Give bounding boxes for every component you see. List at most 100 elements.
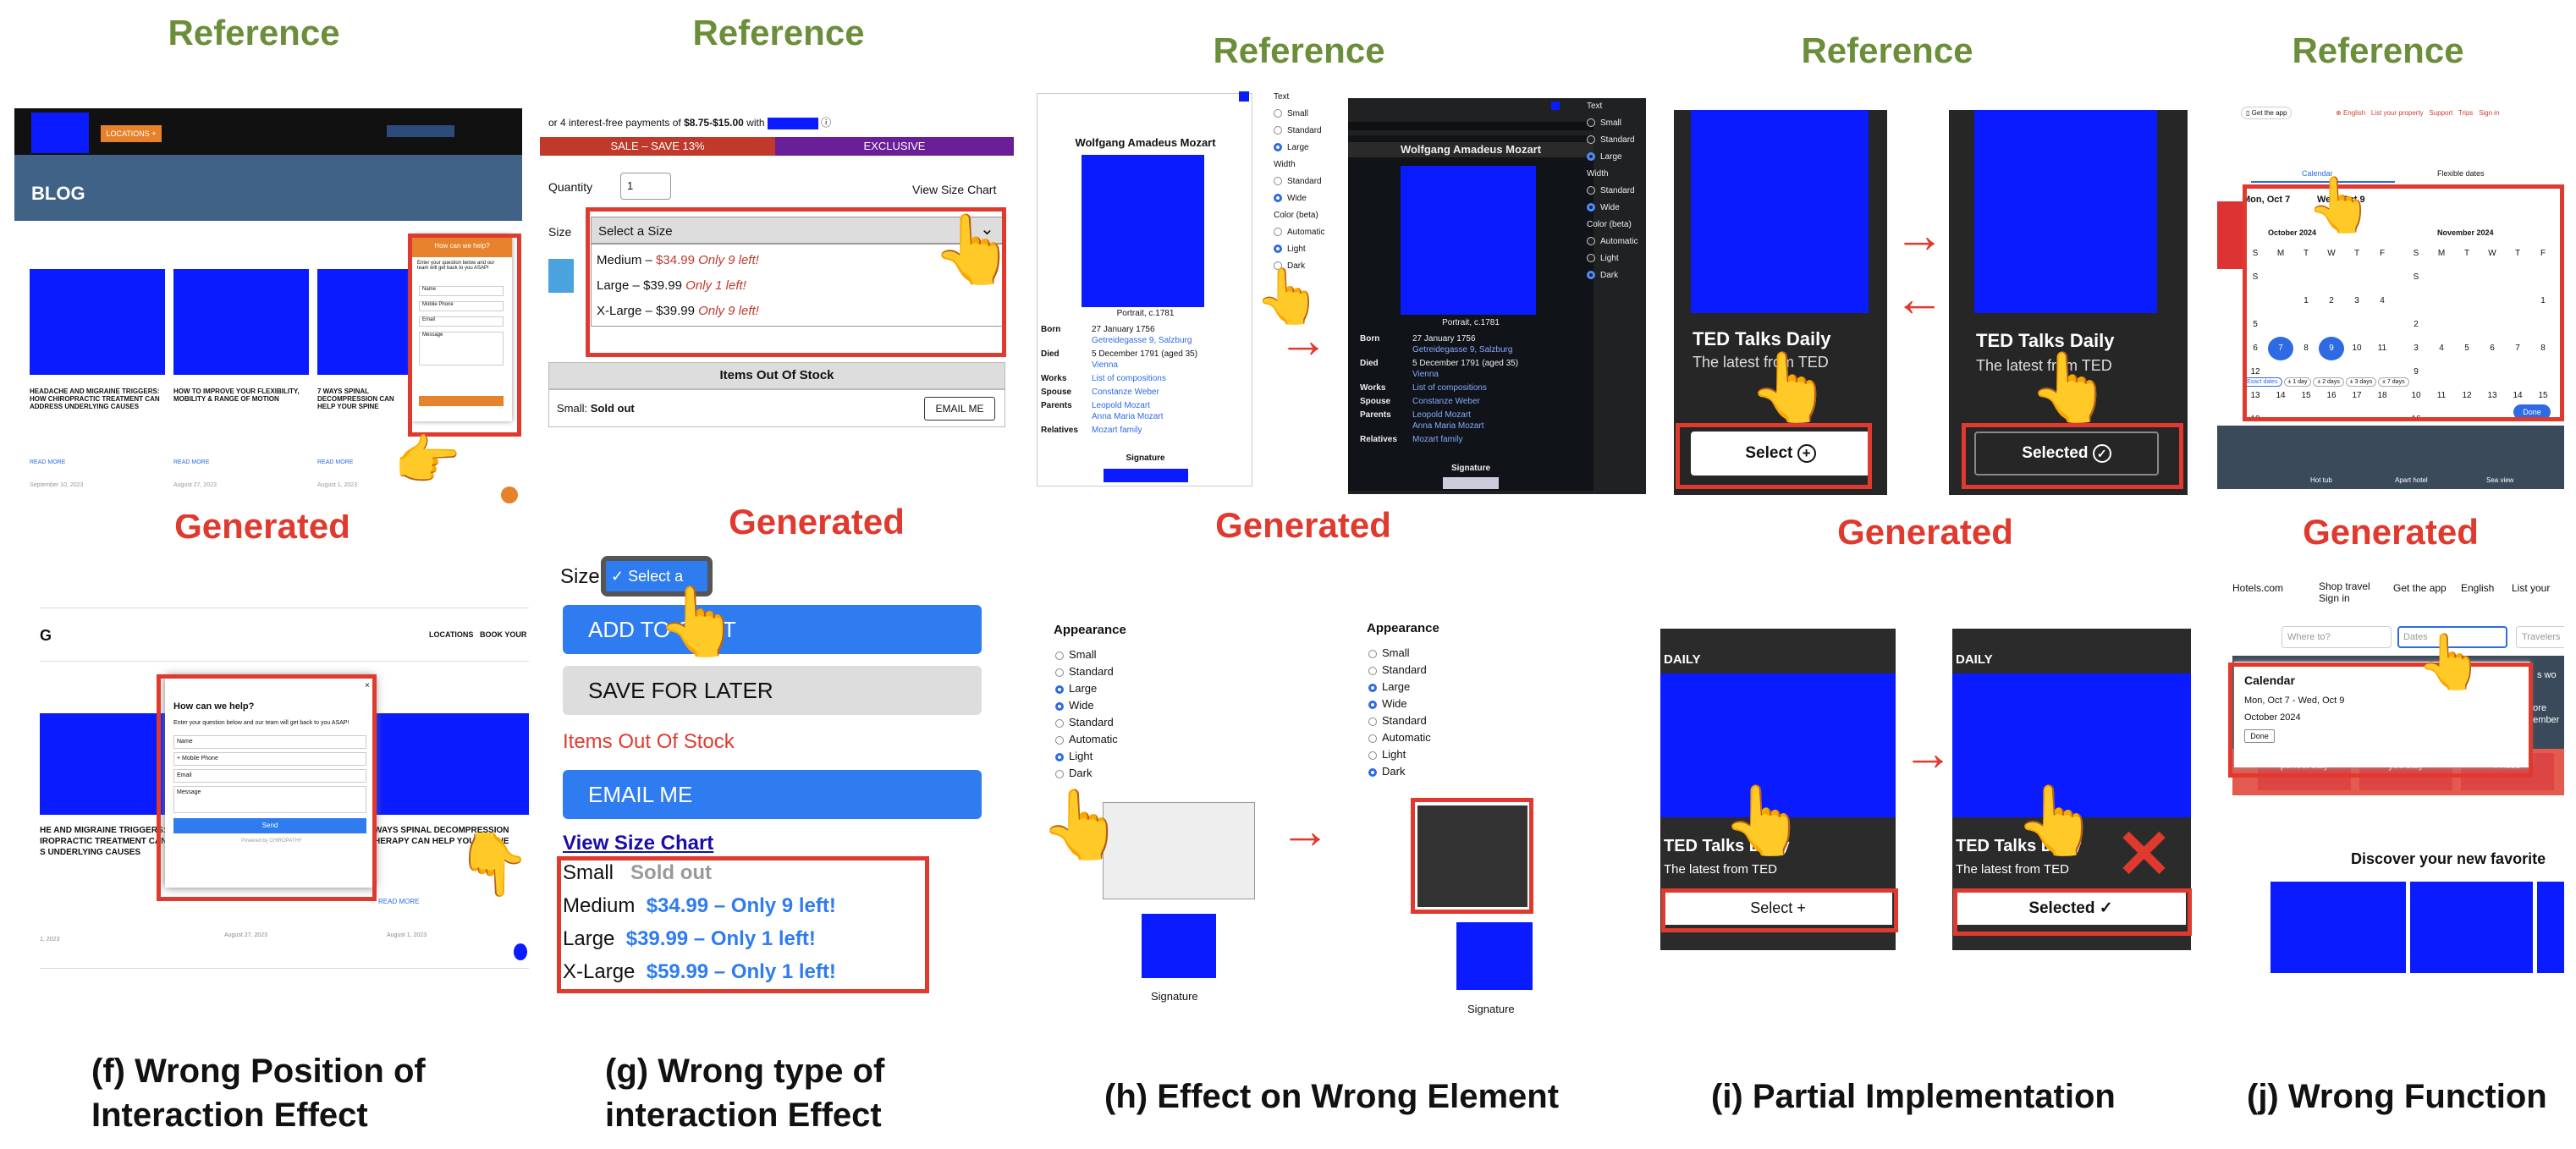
h-ref-dark-opt-large[interactable]: Large: [1587, 149, 1646, 166]
g-ref-cart-button[interactable]: [548, 259, 574, 293]
h-gen-right-opt-light[interactable]: Light: [1368, 746, 1495, 763]
h-ref-opt-automatic[interactable]: Automatic: [1274, 224, 1333, 241]
j-gen-where-input[interactable]: Where to?: [2282, 626, 2392, 648]
h-ref-dark-opt-standard[interactable]: Standard: [1587, 132, 1646, 149]
radio-icon[interactable]: [1587, 152, 1595, 162]
f-gen-chat-bubble[interactable]: [514, 943, 527, 960]
radio-icon[interactable]: [1368, 683, 1377, 692]
radio-icon[interactable]: [1587, 271, 1595, 280]
radio-icon[interactable]: [1368, 734, 1377, 743]
h-gen-opt-wide[interactable]: Wide: [1055, 697, 1182, 714]
radio-icon[interactable]: [1368, 750, 1377, 760]
j-gen-travelers-input[interactable]: Travelers: [2516, 626, 2564, 648]
g-ref-quantity-input[interactable]: 1: [620, 173, 671, 200]
radio-icon[interactable]: [1274, 177, 1282, 186]
g-gen-add-to-cart-button[interactable]: ADD TO CART: [563, 605, 982, 654]
g-ref-email-me-button[interactable]: EMAIL ME: [924, 397, 995, 421]
h-ref-dark-opt-light[interactable]: Light: [1587, 250, 1646, 267]
radio-icon[interactable]: [1274, 228, 1282, 237]
h-gen-opt-standard-2[interactable]: Standard: [1055, 714, 1182, 731]
radio-icon[interactable]: [1055, 651, 1064, 660]
f-ref-card-1[interactable]: HEADACHE AND MIGRAINE TRIGGERS: HOW CHIR…: [30, 269, 165, 498]
h-ref-opt-large[interactable]: Large: [1274, 140, 1333, 157]
j-ref-thumb-1[interactable]: Hot tub: [2310, 476, 2332, 484]
radio-icon[interactable]: [1055, 752, 1064, 761]
radio-icon[interactable]: [1368, 767, 1377, 777]
h-gen-opt-automatic[interactable]: Automatic: [1055, 731, 1182, 748]
h-gen-right-opt-small[interactable]: Small: [1368, 645, 1495, 662]
h-gen-opt-small[interactable]: Small: [1055, 646, 1182, 663]
j-gen-nav-english[interactable]: English: [2461, 582, 2494, 594]
j-gen-tile-2[interactable]: [2410, 882, 2533, 973]
f-gen-nav-book[interactable]: BOOK YOUR VISIT: [480, 630, 529, 639]
h-ref-dark-opt-wide[interactable]: Wide: [1587, 200, 1646, 217]
radio-icon[interactable]: [1587, 118, 1595, 128]
j-gen-nav-get-app[interactable]: Get the app: [2393, 582, 2447, 594]
h-ref-opt-wide[interactable]: Wide: [1274, 190, 1333, 207]
g-ref-oos-item: Small: Sold out: [557, 402, 635, 415]
j-gen-brand[interactable]: Hotels.com: [2232, 582, 2283, 594]
radio-icon[interactable]: [1274, 126, 1282, 135]
radio-icon[interactable]: [1274, 194, 1282, 203]
h-ref-opt-light[interactable]: Light: [1274, 241, 1333, 258]
radio-icon[interactable]: [1587, 135, 1595, 145]
f-gen-date-3: August 1, 2023: [387, 932, 427, 938]
radio-icon[interactable]: [1055, 769, 1064, 778]
radio-icon[interactable]: [1368, 649, 1377, 658]
radio-icon[interactable]: [1274, 143, 1282, 152]
h-ref-opt-small[interactable]: Small: [1274, 106, 1333, 123]
j-ref-thumb-2[interactable]: Apart hotel: [2395, 476, 2428, 484]
f-ref-card-2[interactable]: HOW TO IMPROVE YOUR FLEXIBILITY, MOBILIT…: [173, 269, 309, 498]
radio-icon[interactable]: [1055, 701, 1064, 711]
radio-icon[interactable]: [1368, 700, 1377, 709]
f-gen-nav-locations[interactable]: LOCATIONS: [429, 630, 473, 639]
f-ref-chat-bubble[interactable]: [501, 487, 518, 503]
j-ref-thumb-3[interactable]: Sea view: [2486, 476, 2513, 484]
h-gen-right-opt-wide[interactable]: Wide: [1368, 695, 1495, 712]
j-gen-nav-list[interactable]: List your: [2512, 582, 2550, 594]
h-ref-dark-opt-small[interactable]: Small: [1587, 115, 1646, 132]
h-gen-right-opt-large[interactable]: Large: [1368, 679, 1495, 695]
h-gen-opt-light[interactable]: Light: [1055, 748, 1182, 765]
h-gen-right-opt-dark[interactable]: Dark: [1368, 763, 1495, 780]
radio-icon[interactable]: [1587, 237, 1595, 246]
h-gen-right-opt-automatic[interactable]: Automatic: [1368, 729, 1495, 746]
h-gen-right-opt-standard[interactable]: Standard: [1368, 662, 1495, 679]
radio-icon[interactable]: [1587, 186, 1595, 195]
h-gen-opt-dark[interactable]: Dark: [1055, 765, 1182, 782]
radio-icon[interactable]: [1055, 668, 1064, 677]
f-gen-read-more[interactable]: READ MORE: [378, 898, 419, 905]
radio-icon[interactable]: [1055, 718, 1064, 728]
f-ref-locations-button[interactable]: LOCATIONS +: [101, 125, 162, 142]
f-ref-card-image: [173, 269, 309, 375]
h-ref-dark-opt-dark[interactable]: Dark: [1587, 267, 1646, 284]
h-gen-opt-standard[interactable]: Standard: [1055, 663, 1182, 680]
j-gen-tile-1[interactable]: [2271, 882, 2406, 973]
h-ref-opt-width-standard[interactable]: Standard: [1274, 173, 1333, 190]
radio-icon[interactable]: [1587, 254, 1595, 263]
g-ref-view-size-chart[interactable]: View Size Chart: [912, 183, 996, 196]
j-ref-get-app[interactable]: ▯ Get the app: [2241, 107, 2293, 119]
radio-icon[interactable]: [1274, 245, 1282, 254]
g-gen-view-size-chart[interactable]: View Size Chart: [563, 832, 713, 855]
g-gen-save-later-button[interactable]: SAVE FOR LATER: [563, 666, 982, 715]
j-ref-tab-flexible[interactable]: Flexible dates: [2437, 169, 2485, 178]
h-ref-dark-opt-automatic[interactable]: Automatic: [1587, 234, 1646, 250]
h-ref-row: Relatives Mozart family: [1041, 426, 1142, 435]
radio-icon[interactable]: [1055, 735, 1064, 745]
h-ref-opt-standard[interactable]: Standard: [1274, 123, 1333, 140]
radio-icon[interactable]: [1368, 717, 1377, 726]
radio-icon[interactable]: [1274, 109, 1282, 118]
j-gen-pointer-hand-icon: 👆: [2416, 631, 2484, 692]
h-ref-dark-opt-width-standard[interactable]: Standard: [1587, 183, 1646, 200]
h-gen-opt-large[interactable]: Large: [1055, 680, 1182, 697]
g-gen-email-me-button[interactable]: EMAIL ME: [563, 770, 982, 819]
radio-icon[interactable]: [1055, 684, 1064, 694]
j-gen-tile-3[interactable]: [2537, 882, 2564, 973]
f-ref-read-more[interactable]: READ MORE: [30, 459, 65, 465]
radio-icon[interactable]: [1587, 203, 1595, 212]
f-ref-read-more[interactable]: READ MORE: [317, 459, 353, 465]
radio-icon[interactable]: [1368, 666, 1377, 675]
f-ref-read-more[interactable]: READ MORE: [173, 459, 209, 465]
h-gen-right-opt-standard-2[interactable]: Standard: [1368, 712, 1495, 729]
